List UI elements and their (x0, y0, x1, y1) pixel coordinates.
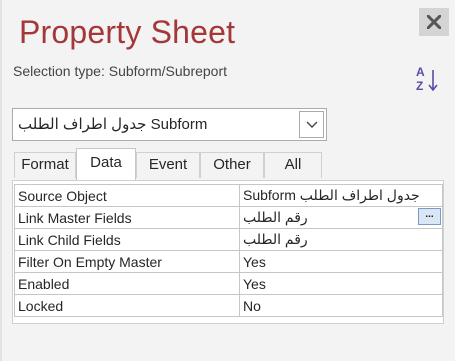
property-sheet-panel: Property Sheet Selection type: Subform/S… (0, 0, 455, 361)
sort-az-icon: A Z (416, 65, 438, 93)
selection-type-value: Subform/Subreport (108, 63, 228, 79)
property-row-source-object[interactable]: Source Object جدول اطراف الطلب Subform (14, 184, 443, 207)
close-button[interactable] (419, 8, 449, 36)
property-value-cell[interactable]: رقم الطلب (239, 228, 443, 251)
selection-type: Selection type: Subform/Subreport (13, 63, 227, 79)
property-row-link-child-fields[interactable]: Link Child Fields رقم الطلب (14, 228, 443, 251)
property-value-cell[interactable]: رقم الطلب ... (239, 206, 443, 229)
tab-format[interactable]: Format (14, 152, 76, 178)
property-value-filter-on-empty-master[interactable]: Yes (239, 250, 443, 273)
pane-divider[interactable] (0, 0, 2, 361)
selection-type-label: Selection type: (13, 63, 105, 79)
close-icon (427, 15, 441, 29)
property-row-locked[interactable]: Locked No (14, 294, 443, 317)
sort-button[interactable]: A Z (414, 64, 440, 94)
panel-title: Property Sheet (19, 14, 236, 50)
property-value-link-child-fields[interactable]: رقم الطلب (243, 231, 308, 247)
tab-other[interactable]: Other (200, 152, 264, 178)
svg-text:Z: Z (416, 79, 423, 93)
property-name[interactable]: Filter On Empty Master (14, 250, 240, 273)
property-value-locked[interactable]: No (239, 294, 443, 317)
property-name[interactable]: Source Object (14, 184, 240, 207)
object-selector-dropdown-button[interactable] (299, 111, 324, 138)
tab-data[interactable]: Data (76, 148, 136, 180)
object-selector[interactable]: جدول اطراف الطلب Subform (12, 108, 327, 141)
chevron-down-icon (306, 121, 318, 128)
property-name[interactable]: Enabled (14, 272, 240, 295)
tab-event[interactable]: Event (136, 152, 200, 178)
property-value-enabled[interactable]: Yes (239, 272, 443, 295)
property-row-link-master-fields[interactable]: Link Master Fields رقم الطلب ... (14, 206, 443, 229)
tab-all[interactable]: All (264, 152, 322, 178)
property-name[interactable]: Link Child Fields (14, 228, 240, 251)
property-grid: Source Object جدول اطراف الطلب Subform L… (14, 184, 443, 317)
property-value-source-object[interactable]: جدول اطراف الطلب Subform (239, 184, 443, 207)
property-row-filter-on-empty-master[interactable]: Filter On Empty Master Yes (14, 250, 443, 273)
builder-button[interactable]: ... (418, 208, 441, 225)
property-row-enabled[interactable]: Enabled Yes (14, 272, 443, 295)
svg-text:A: A (416, 65, 425, 79)
property-name[interactable]: Locked (14, 294, 240, 317)
property-value-link-master-fields[interactable]: رقم الطلب (243, 209, 308, 225)
object-selector-value: جدول اطراف الطلب Subform (18, 116, 208, 133)
property-name[interactable]: Link Master Fields (14, 206, 240, 229)
